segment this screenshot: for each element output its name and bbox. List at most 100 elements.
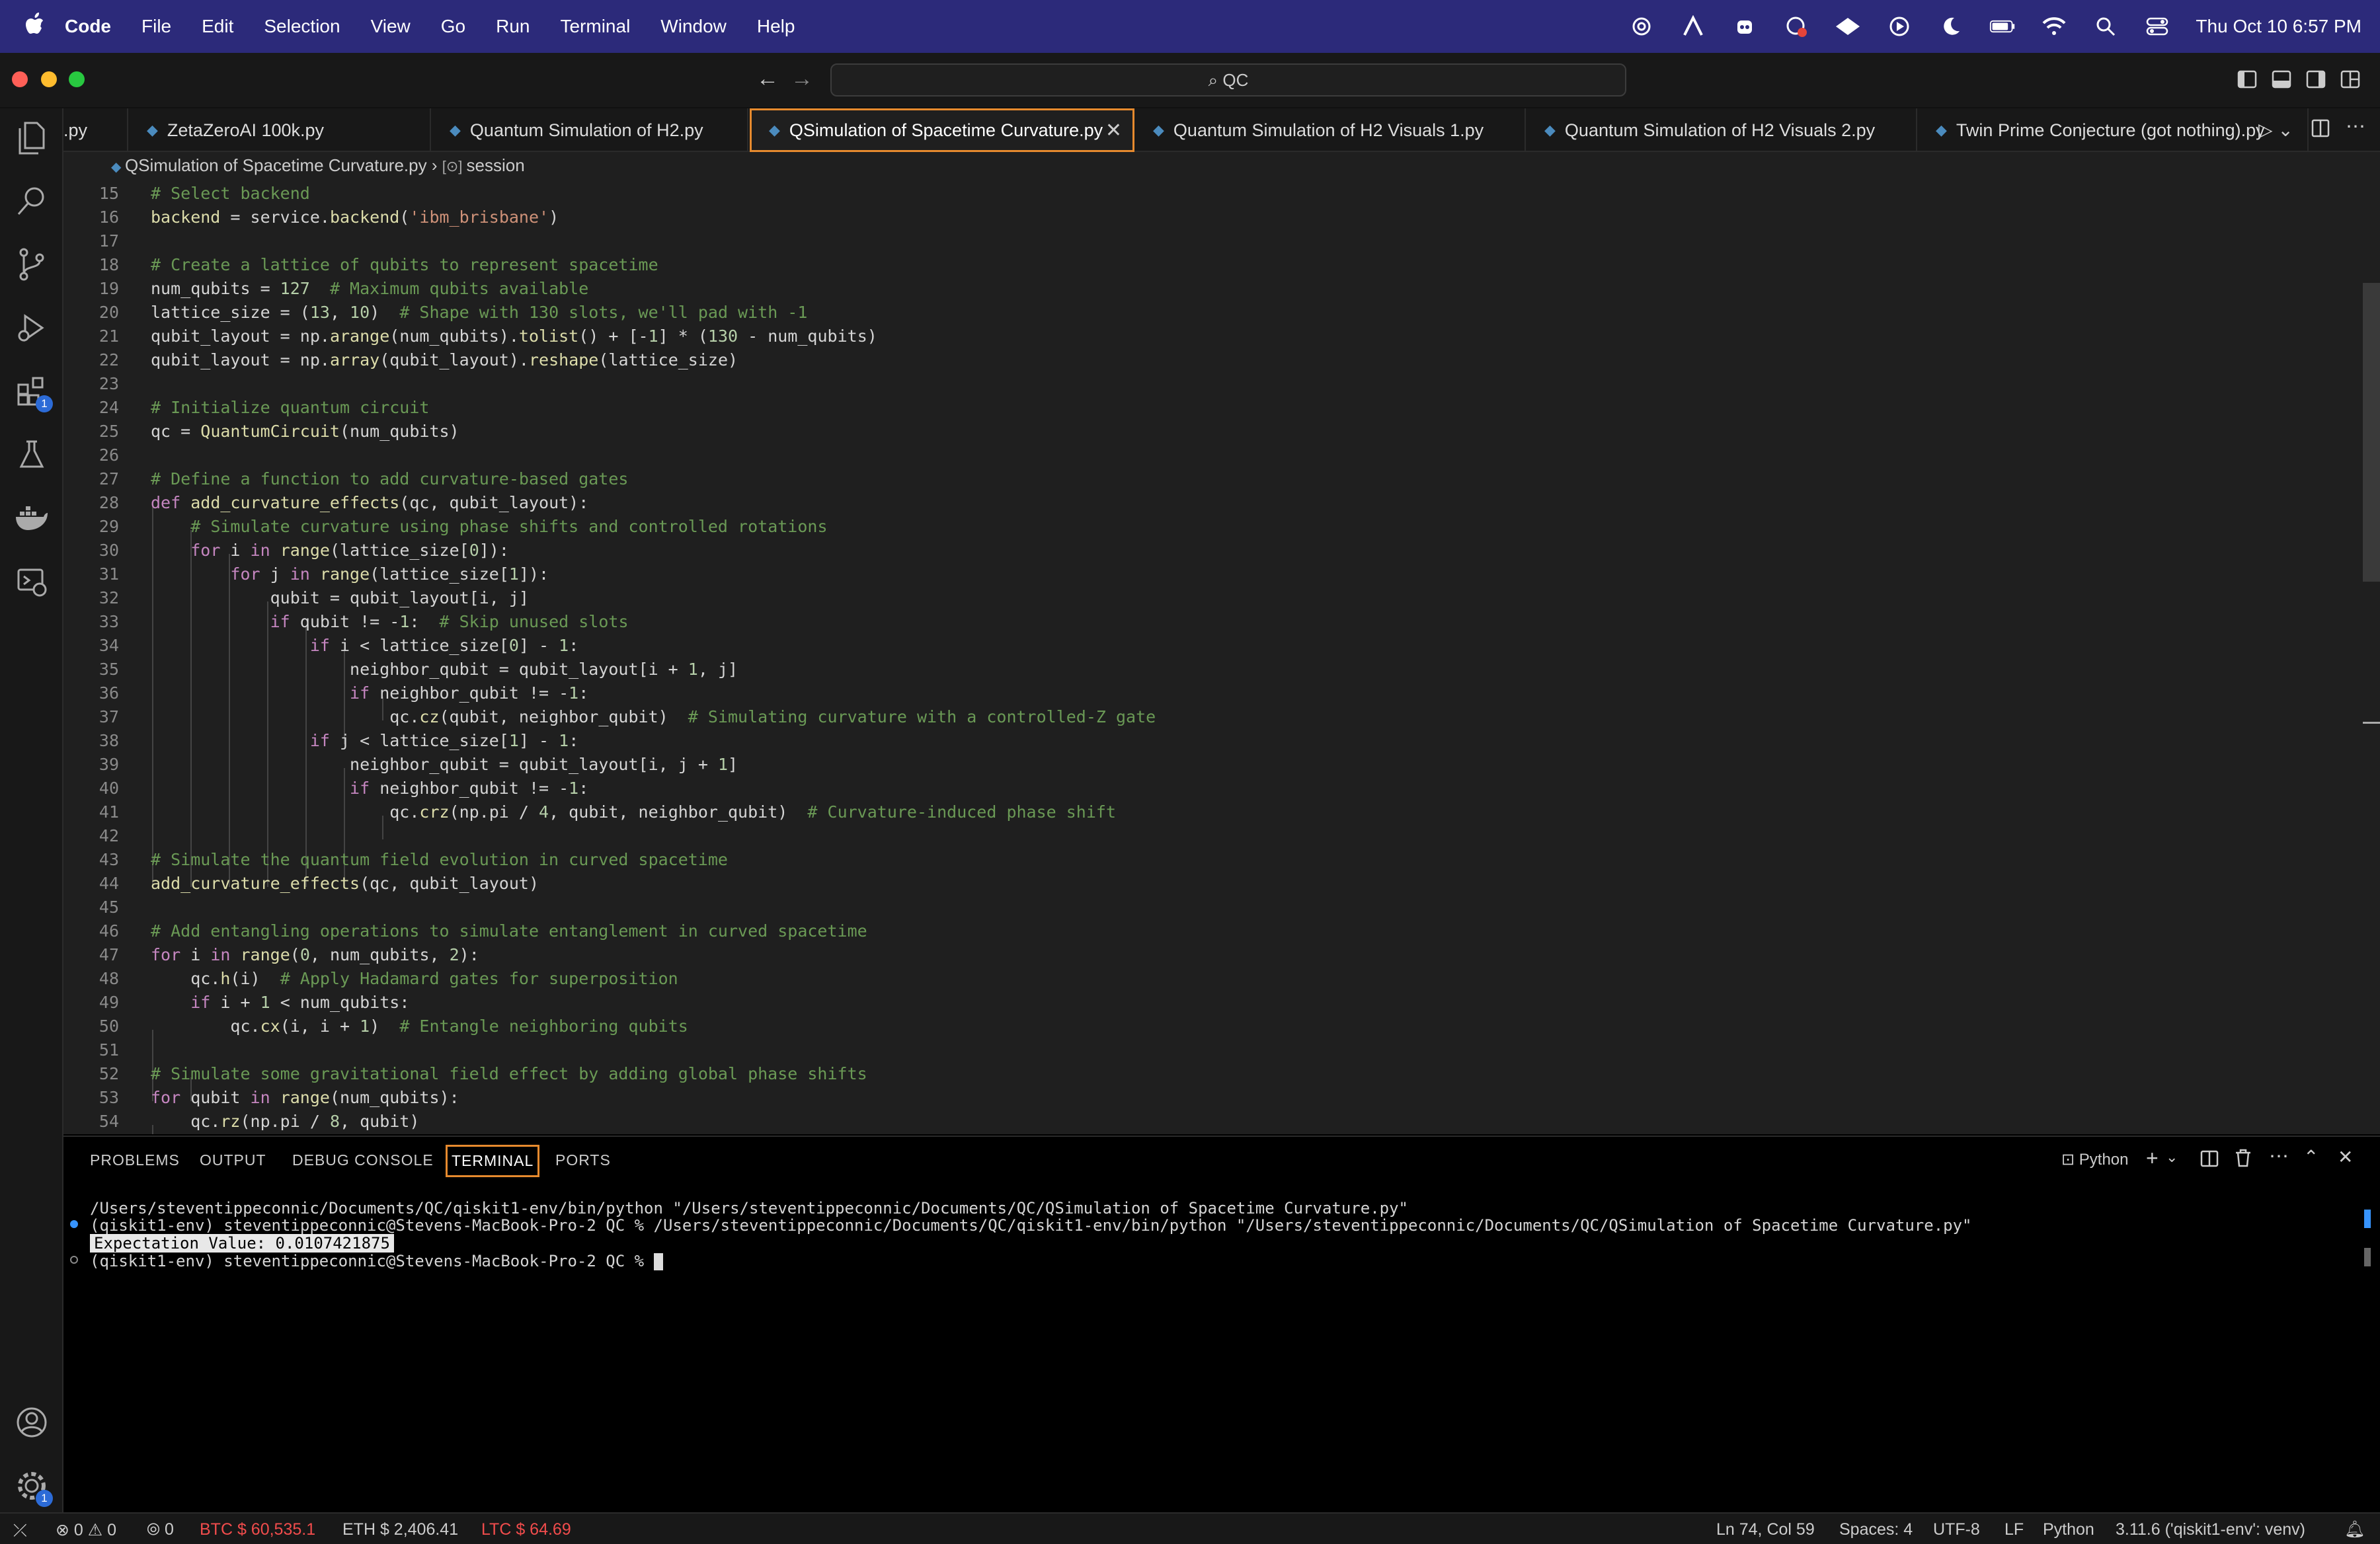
command-center-search[interactable]: ⌕ QC	[830, 63, 1626, 96]
line-number: 20	[99, 303, 119, 322]
split-terminal-icon[interactable]	[2200, 1150, 2219, 1171]
tab-h2-visuals-1[interactable]: ◆ Quantum Simulation of H2 Visuals 1.py	[1136, 108, 1526, 152]
code-line: def add_curvature_effects(qc, qubit_layo…	[151, 493, 589, 512]
tab-h2-visuals-2[interactable]: ◆ Quantum Simulation of H2 Visuals 2.py	[1527, 108, 1917, 152]
menu-view[interactable]: View	[371, 16, 411, 37]
tab-ports[interactable]: PORTS	[555, 1151, 611, 1169]
btc-price[interactable]: BTC $ 60,535.1	[200, 1520, 315, 1539]
chevron-right-icon: ›	[431, 155, 442, 175]
tab-terminal[interactable]: TERMINAL	[446, 1145, 540, 1177]
remote-icon[interactable]: ⤫	[13, 1520, 27, 1541]
terminal-prompt[interactable]: (qiskit1-env) steventippeconnic@Stevens-…	[90, 1252, 663, 1270]
notifications-bell-icon[interactable]: 🔔︎	[2344, 1520, 2365, 1539]
search-icon[interactable]	[13, 182, 50, 219]
explorer-icon[interactable]	[13, 119, 50, 156]
encoding[interactable]: UTF-8	[1933, 1520, 1980, 1539]
menu-app-name[interactable]: Code	[65, 16, 111, 37]
code-line: qc.cz(qubit, neighbor_qubit) # Simulatin…	[151, 707, 1156, 726]
more-actions-icon[interactable]: ⋯	[2269, 1145, 2289, 1168]
trash-icon[interactable]	[2235, 1149, 2252, 1171]
terminal-shell-selector[interactable]: ⊡ Python	[2061, 1150, 2129, 1169]
line-number: 24	[99, 398, 119, 417]
robot-icon[interactable]	[1731, 13, 1758, 40]
menu-window[interactable]: Window	[660, 16, 727, 37]
control-center-icon[interactable]	[2144, 13, 2170, 40]
toggle-panel-icon[interactable]	[2272, 70, 2291, 92]
warning-count: 0	[107, 1521, 117, 1539]
play-icon[interactable]	[1886, 13, 1913, 40]
battery-icon[interactable]	[1989, 13, 2016, 40]
code-line: qubit = qubit_layout[i, j]	[151, 588, 529, 607]
tab-debug-console[interactable]: DEBUG CONSOLE	[292, 1151, 434, 1169]
line-number: 45	[99, 898, 119, 917]
maximize-window-button[interactable]	[69, 71, 85, 87]
editor-scrollbar-thumb[interactable]	[2363, 283, 2380, 582]
vpn-icon[interactable]	[1835, 13, 1861, 40]
code-line: # Define a function to add curvature-bas…	[151, 469, 629, 488]
menubar-clock[interactable]: Thu Oct 10 6:57 PM	[2196, 16, 2361, 37]
language-mode[interactable]: Python	[2043, 1520, 2094, 1539]
line-number: 25	[99, 422, 119, 441]
split-editor-icon[interactable]	[2311, 119, 2330, 141]
breadcrumb-file[interactable]: QSimulation of Spacetime Curvature.py	[125, 155, 427, 175]
line-ending[interactable]: LF	[2004, 1520, 2024, 1539]
spotlight-search-icon[interactable]	[2092, 13, 2119, 40]
indentation[interactable]: Spaces: 4	[1839, 1520, 1913, 1539]
chevron-down-icon[interactable]: ⌄	[2166, 1149, 2178, 1166]
testing-flask-icon[interactable]	[13, 436, 50, 473]
arc-icon[interactable]	[1680, 13, 1706, 40]
forward-arrow-icon[interactable]: →	[791, 66, 813, 92]
close-window-button[interactable]	[12, 71, 28, 87]
search-icon: ⌕	[1208, 70, 1223, 90]
tab-spacetime-curvature[interactable]: ◆ QSimulation of Spacetime Curvature.py ✕	[750, 108, 1134, 152]
menu-selection[interactable]: Selection	[264, 16, 340, 37]
wifi-icon[interactable]	[2041, 13, 2067, 40]
command-success-dot	[70, 1220, 78, 1228]
breadcrumb-symbol[interactable]: session	[467, 155, 525, 175]
tab-twin-prime[interactable]: ◆ Twin Prime Conjecture (got nothing).py	[1919, 108, 2309, 152]
moon-icon[interactable]	[1938, 13, 1964, 40]
close-tab-icon[interactable]: ✕	[1105, 119, 1122, 142]
accounts-icon[interactable]	[13, 1404, 50, 1441]
apple-icon[interactable]	[25, 12, 61, 41]
tab-zetazeroai[interactable]: ◆ ZetaZeroAI 100k.py	[130, 108, 431, 152]
menu-file[interactable]: File	[141, 16, 171, 37]
manage-gear-icon[interactable]: 1	[13, 1467, 53, 1507]
docker-icon[interactable]	[13, 500, 50, 537]
tab-partial[interactable]: .py	[63, 108, 128, 152]
maximize-panel-icon[interactable]: ⌃	[2303, 1146, 2319, 1168]
run-python-play-icon[interactable]: ▷ ⌄	[2258, 119, 2293, 141]
close-panel-icon[interactable]: ✕	[2338, 1146, 2353, 1168]
menu-edit[interactable]: Edit	[202, 16, 233, 37]
back-arrow-icon[interactable]: ←	[756, 66, 779, 92]
toggle-primary-sidebar-icon[interactable]	[2237, 70, 2257, 92]
problems-status[interactable]: ⊗ 0 ⚠ 0	[56, 1520, 116, 1540]
ports-status[interactable]: ⦾ 0	[147, 1520, 174, 1539]
minimize-window-button[interactable]	[41, 71, 57, 87]
menu-go[interactable]: Go	[441, 16, 465, 37]
tab-quantum-h2[interactable]: ◆ Quantum Simulation of H2.py	[432, 108, 748, 152]
new-terminal-icon[interactable]: +	[2146, 1146, 2159, 1171]
eth-price[interactable]: ETH $ 2,406.41	[342, 1520, 458, 1539]
line-number: 16	[99, 208, 119, 227]
tab-output[interactable]: OUTPUT	[200, 1151, 266, 1169]
ltc-price[interactable]: LTC $ 64.69	[481, 1520, 571, 1539]
toggle-secondary-sidebar-icon[interactable]	[2306, 70, 2326, 92]
code-editor[interactable]: 15 # Select backend 16 backend = service.ba…	[63, 178, 2380, 1134]
remote-explorer-icon[interactable]	[13, 563, 50, 600]
code-line: for qubit in range(num_qubits):	[151, 1088, 459, 1107]
chatgpt-icon[interactable]	[1628, 13, 1655, 40]
python-interpreter[interactable]: 3.11.6 ('qiskit1-env': venv)	[2116, 1520, 2305, 1539]
extensions-icon[interactable]: 1	[13, 373, 53, 412]
menu-terminal[interactable]: Terminal	[560, 16, 630, 37]
menu-help[interactable]: Help	[757, 16, 795, 37]
code-line: lattice_size = (13, 10) # Shape with 130…	[151, 303, 808, 322]
menu-run[interactable]: Run	[496, 16, 530, 37]
cursor-position[interactable]: Ln 74, Col 59	[1716, 1520, 1815, 1539]
tab-problems[interactable]: PROBLEMS	[90, 1151, 180, 1169]
source-control-icon[interactable]	[13, 246, 50, 283]
customize-layout-icon[interactable]	[2340, 70, 2360, 92]
record-icon[interactable]	[1783, 13, 1809, 40]
more-actions-icon[interactable]: ⋯	[2346, 115, 2365, 138]
run-debug-icon[interactable]	[13, 309, 50, 346]
